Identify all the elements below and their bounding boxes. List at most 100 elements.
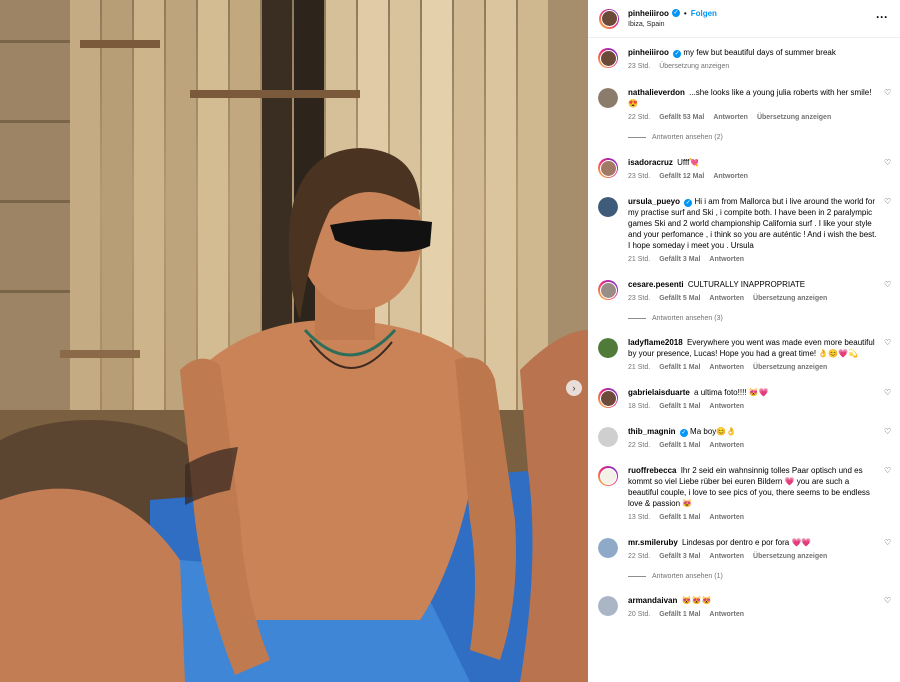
comment-time[interactable]: 21 Std.	[628, 363, 650, 372]
comment-username[interactable]: mr.smileruby	[628, 538, 678, 547]
reply-button[interactable]: Antworten	[709, 552, 744, 561]
comment-username[interactable]: thib_magnin	[628, 427, 676, 436]
view-replies-button[interactable]: Antworten ansehen (3)	[628, 315, 900, 322]
post-side-panel: pinheiiiroo ✓ • Folgen Ibiza, Spain ··· …	[588, 0, 900, 682]
comment-text: Ufff💘	[677, 158, 700, 167]
reply-button[interactable]: Antworten	[709, 441, 744, 450]
reply-button[interactable]: Antworten	[709, 294, 744, 303]
comment-time[interactable]: 21 Std.	[628, 255, 650, 264]
heart-icon[interactable]: ♡	[884, 339, 892, 347]
commenter-avatar[interactable]	[598, 427, 618, 447]
caption-text: my few but beautiful days of summer brea…	[683, 48, 836, 57]
comment-likes[interactable]: Gefällt 1 Mal	[659, 363, 700, 372]
verified-badge-icon: ✓	[684, 199, 693, 207]
commenter-avatar[interactable]	[598, 596, 618, 616]
commenter-avatar[interactable]	[598, 466, 618, 486]
commenter-avatar[interactable]	[598, 197, 618, 217]
heart-icon[interactable]: ♡	[884, 89, 892, 97]
comment-username[interactable]: ruoffrebecca	[628, 466, 676, 475]
verified-badge-icon: ✓	[679, 429, 688, 437]
comment-time[interactable]: 22 Std.	[628, 441, 650, 450]
heart-icon[interactable]: ♡	[884, 159, 892, 167]
comment-item: isadoracruz Ufff💘 23 Std. Gefällt 12 Mal…	[588, 157, 900, 181]
heart-icon[interactable]: ♡	[884, 428, 892, 436]
author-username[interactable]: pinheiiiroo	[628, 8, 669, 19]
comment-time[interactable]: 23 Std.	[628, 172, 650, 181]
heart-icon[interactable]: ♡	[884, 389, 892, 397]
comment-item: gabrielaisduarte a ultima foto!!!! 😻💗 18…	[588, 387, 900, 411]
comment-likes[interactable]: Gefällt 1 Mal	[659, 513, 700, 522]
post-viewer: › pinheiiiroo ✓ • Folgen Ibiza, Spain ··…	[0, 0, 900, 682]
comment-text: Lindesas por dentro e por fora 💗💗	[682, 538, 812, 547]
comment-likes[interactable]: Gefällt 3 Mal	[659, 255, 700, 264]
comment-likes[interactable]: Gefällt 3 Mal	[659, 552, 700, 561]
reply-button[interactable]: Antworten	[709, 402, 744, 411]
commenter-avatar[interactable]	[598, 388, 618, 408]
caption-avatar[interactable]	[598, 48, 618, 68]
comment-time[interactable]: 22 Std.	[628, 113, 650, 122]
verified-badge-icon: ✓	[671, 9, 680, 17]
comment-time[interactable]: 18 Std.	[628, 402, 650, 411]
reply-button[interactable]: Antworten	[709, 610, 744, 619]
comment-time[interactable]: 23 Std.	[628, 294, 650, 303]
carousel-next-button[interactable]: ›	[566, 380, 582, 396]
comment-username[interactable]: ladyflame2018	[628, 338, 683, 347]
caption-username[interactable]: pinheiiiroo	[628, 48, 669, 57]
more-horizontal-icon[interactable]: ···	[876, 11, 888, 23]
separator-dot: •	[683, 8, 687, 18]
comment-username[interactable]: ursula_pueyo	[628, 197, 680, 206]
comment-time[interactable]: 22 Std.	[628, 552, 650, 561]
follow-button[interactable]: Folgen	[691, 8, 717, 19]
reply-button[interactable]: Antworten	[709, 255, 744, 264]
verified-badge-icon: ✓	[673, 50, 682, 58]
reply-button[interactable]: Antworten	[713, 172, 748, 181]
comment-likes[interactable]: Gefällt 5 Mal	[659, 294, 700, 303]
caption-time[interactable]: 23 Std.	[628, 62, 650, 71]
comment-item: ruoffrebecca Ihr 2 seid ein wahnsinnig t…	[588, 465, 900, 522]
comment-text: 😻😻😻	[681, 596, 712, 605]
comment-text: Ma boy😊👌	[690, 427, 737, 436]
view-replies-button[interactable]: Antworten ansehen (1)	[628, 573, 900, 580]
commenter-avatar[interactable]	[598, 338, 618, 358]
translate-link[interactable]: Übersetzung anzeigen	[753, 363, 827, 372]
heart-icon[interactable]: ♡	[884, 198, 892, 206]
commenter-avatar[interactable]	[598, 538, 618, 558]
reply-button[interactable]: Antworten	[713, 113, 748, 122]
comment-item: thib_magnin ✓ Ma boy😊👌 22 Std. Gefällt 1…	[588, 426, 900, 450]
comments-list[interactable]: pinheiiiroo ✓ my few but beautiful days …	[588, 38, 900, 682]
heart-icon[interactable]: ♡	[884, 281, 892, 289]
post-photo[interactable]: ›	[0, 0, 588, 682]
comment-likes[interactable]: Gefällt 1 Mal	[659, 610, 700, 619]
comment-username[interactable]: cesare.pesenti	[628, 280, 684, 289]
comment-username[interactable]: isadoracruz	[628, 158, 673, 167]
comment-username[interactable]: nathalieverdon	[628, 88, 685, 97]
comment-time[interactable]: 13 Std.	[628, 513, 650, 522]
author-avatar[interactable]	[599, 8, 619, 29]
post-location[interactable]: Ibiza, Spain	[628, 19, 717, 30]
commenter-avatar[interactable]	[598, 158, 618, 178]
comment-likes[interactable]: Gefällt 1 Mal	[659, 441, 700, 450]
heart-icon[interactable]: ♡	[884, 467, 892, 475]
comment-likes[interactable]: Gefällt 1 Mal	[659, 402, 700, 411]
commenter-avatar[interactable]	[598, 88, 618, 108]
comment-likes[interactable]: Gefällt 53 Mal	[659, 113, 704, 122]
comment-item: ursula_pueyo ✓ Hi i am from Mallorca but…	[588, 196, 900, 264]
translate-link[interactable]: Übersetzung anzeigen	[753, 552, 827, 561]
heart-icon[interactable]: ♡	[884, 539, 892, 547]
view-replies-button[interactable]: Antworten ansehen (2)	[628, 134, 900, 141]
comment-text: a ultima foto!!!! 😻💗	[694, 388, 769, 397]
comment-time[interactable]: 20 Std.	[628, 610, 650, 619]
comment-item: ladyflame2018 Everywhere you went was ma…	[588, 337, 900, 372]
comment-username[interactable]: armandaivan	[628, 596, 677, 605]
reply-button[interactable]: Antworten	[709, 513, 744, 522]
translate-link[interactable]: Übersetzung anzeigen	[753, 294, 827, 303]
post-header: pinheiiiroo ✓ • Folgen Ibiza, Spain ···	[588, 0, 900, 38]
heart-icon[interactable]: ♡	[884, 597, 892, 605]
commenter-avatar[interactable]	[598, 280, 618, 300]
caption: pinheiiiroo ✓ my few but beautiful days …	[588, 47, 900, 71]
comment-username[interactable]: gabrielaisduarte	[628, 388, 690, 397]
translate-link[interactable]: Übersetzung anzeigen	[659, 62, 729, 71]
translate-link[interactable]: Übersetzung anzeigen	[757, 113, 831, 122]
comment-likes[interactable]: Gefällt 12 Mal	[659, 172, 704, 181]
reply-button[interactable]: Antworten	[709, 363, 744, 372]
